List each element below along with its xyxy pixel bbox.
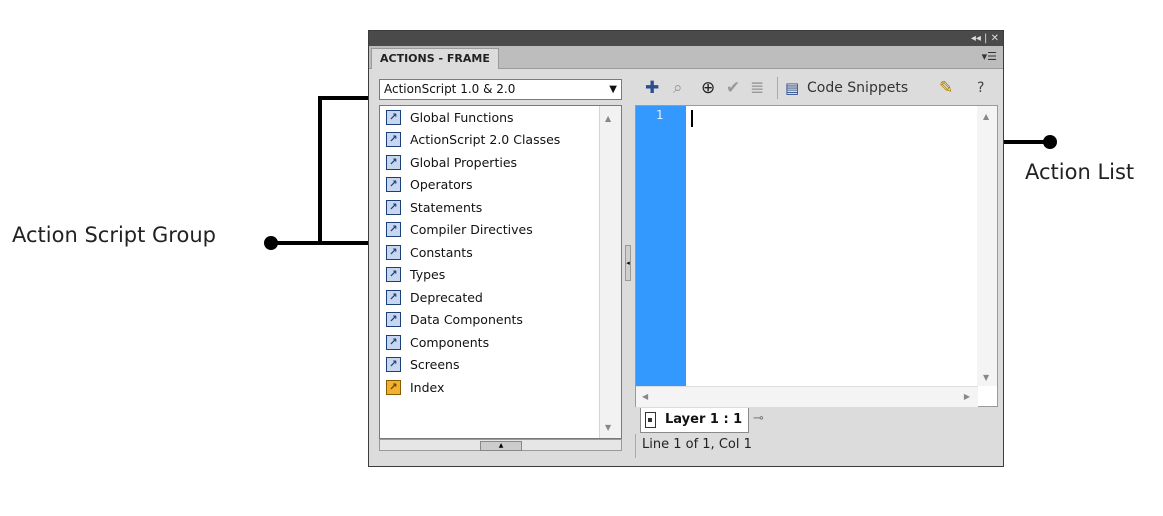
toolbox-item[interactable]: ↗ Deprecated [380,286,621,309]
book-icon: ↗ [386,222,401,238]
magic-wand-icon[interactable]: ✎ [939,78,953,98]
check-syntax-icon[interactable]: ✔ [726,78,740,98]
layer-tab[interactable]: Layer 1 : 1 [640,408,750,433]
scroll-up-icon[interactable]: ▲ [605,114,611,123]
book-icon: ↗ [386,177,401,193]
menu-lines-icon[interactable]: ▾☰ [982,50,997,63]
toolbox-item-label: Operators [410,177,473,193]
panel-titlebar: ◂◂ | ✕ [369,31,1003,46]
toolbox-item-label: Constants [410,244,473,260]
book-icon: ↗ [386,154,401,170]
toolbox-item[interactable]: ↗ Statements [380,196,621,219]
collapse-close-controls[interactable]: ◂◂ | ✕ [971,31,999,46]
scroll-left-icon[interactable]: ◀ [642,392,648,401]
chevron-down-icon: ▼ [609,84,617,95]
callout-bracket-v [318,96,322,245]
annotation-action-list: Action List [1025,160,1135,184]
resize-grip-icon[interactable]: ▲ [480,441,522,451]
line-number: 1 [656,108,664,122]
select-value: ActionScript 1.0 & 2.0 [384,82,516,96]
book-icon: ↗ [386,289,401,305]
callout-dot-right-b [1043,135,1057,149]
code-snippets-button[interactable]: Code Snippets [807,80,908,96]
layer-tab-label: Layer 1 : 1 [665,412,743,427]
book-icon: ↗ [386,267,401,283]
toolbox-item[interactable]: ↗ Constants [380,241,621,264]
toolbox-item-label: Data Components [410,312,523,328]
annotation-action-script-group: Action Script Group [12,223,216,247]
toolbox-scrollbar[interactable]: ▲ ▼ [599,106,621,438]
toolbox-item[interactable]: ↗ Operators [380,174,621,197]
line-number-gutter: 1 [636,106,686,386]
actionscript-version-select[interactable]: ActionScript 1.0 & 2.0 ▼ [379,79,622,100]
toolbox-item-label: Statements [410,199,483,215]
toolbox-item[interactable]: ↗ Global Properties [380,151,621,174]
text-caret [691,110,693,127]
add-item-icon[interactable]: ✚ [645,78,659,98]
book-icon: ↗ [386,312,401,328]
status-line-col: Line 1 of 1, Col 1 [642,437,752,452]
toolbox-item[interactable]: ↗ Data Components [380,309,621,332]
editor-vertical-scrollbar[interactable]: ▲ ▼ [977,106,997,386]
target-path-icon[interactable]: ⊕ [701,78,715,98]
find-icon[interactable]: ⌕ [673,78,683,98]
toolbox-item[interactable]: ↗ Components [380,331,621,354]
script-layer-icon [645,412,656,428]
pin-script-icon[interactable]: ⊸ [753,411,764,426]
toolbox-item-label: Screens [410,357,460,373]
toolbox-item-label: Compiler Directives [410,222,533,238]
toolbox-resize-bar[interactable]: ▲ [379,439,622,451]
script-toolbar: ✚ ⌕ ⊕ ✔ ≣ ▤ Code Snippets ✎ ? [635,75,999,101]
toolbox-item[interactable]: ↗ Index [380,376,621,399]
help-icon[interactable]: ? [977,78,984,98]
scroll-down-icon[interactable]: ▼ [983,373,989,382]
toolbox-item-label: Components [410,334,490,350]
book-icon: ↗ [386,334,401,350]
book-icon: ↗ [386,132,401,148]
tab-actions-frame[interactable]: ACTIONS - FRAME [371,48,499,69]
toolbox-item-label: Global Functions [410,109,514,125]
editor-horizontal-scrollbar[interactable]: ◀ ▶ [636,386,978,407]
actions-toolbox-list: ↗ Global Functions ↗ ActionScript 2.0 Class… [379,105,622,439]
scroll-right-icon[interactable]: ▶ [964,392,970,401]
pane-collapse-handle[interactable]: ◂ [625,245,631,281]
toolbar-separator [777,77,778,99]
book-icon: ↗ [386,244,401,260]
toolbox-item-label: ActionScript 2.0 Classes [410,132,561,148]
scroll-up-icon[interactable]: ▲ [983,112,989,121]
index-book-icon: ↗ [386,379,401,395]
toolbox-item-label: Index [410,379,445,395]
auto-format-icon[interactable]: ≣ [750,78,764,98]
scroll-down-icon[interactable]: ▼ [605,423,611,432]
toolbox-item-label: Types [410,267,446,283]
actions-panel: ◂◂ | ✕ ACTIONS - FRAME ▾☰ ActionScript 1… [368,30,1004,467]
toolbox-item[interactable]: ↗ Screens [380,354,621,377]
toolbox-item[interactable]: ↗ ActionScript 2.0 Classes [380,129,621,152]
toolbox-items: ↗ Global Functions ↗ ActionScript 2.0 Class… [380,106,621,399]
book-icon: ↗ [386,109,401,125]
book-icon: ↗ [386,357,401,373]
toolbox-item-label: Deprecated [410,289,483,305]
toolbox-item[interactable]: ↗ Compiler Directives [380,219,621,242]
status-separator [635,434,636,458]
callout-line-left-h [270,241,320,245]
panel-tab-row: ACTIONS - FRAME ▾☰ [369,46,1003,69]
toolbox-item-label: Global Properties [410,154,518,170]
script-editor[interactable]: 1 ▲ ▼ ◀ ▶ [635,105,998,407]
code-snippets-icon[interactable]: ▤ [785,78,799,98]
toolbox-item[interactable]: ↗ Types [380,264,621,287]
toolbox-item[interactable]: ↗ Global Functions [380,106,621,129]
book-icon: ↗ [386,199,401,215]
